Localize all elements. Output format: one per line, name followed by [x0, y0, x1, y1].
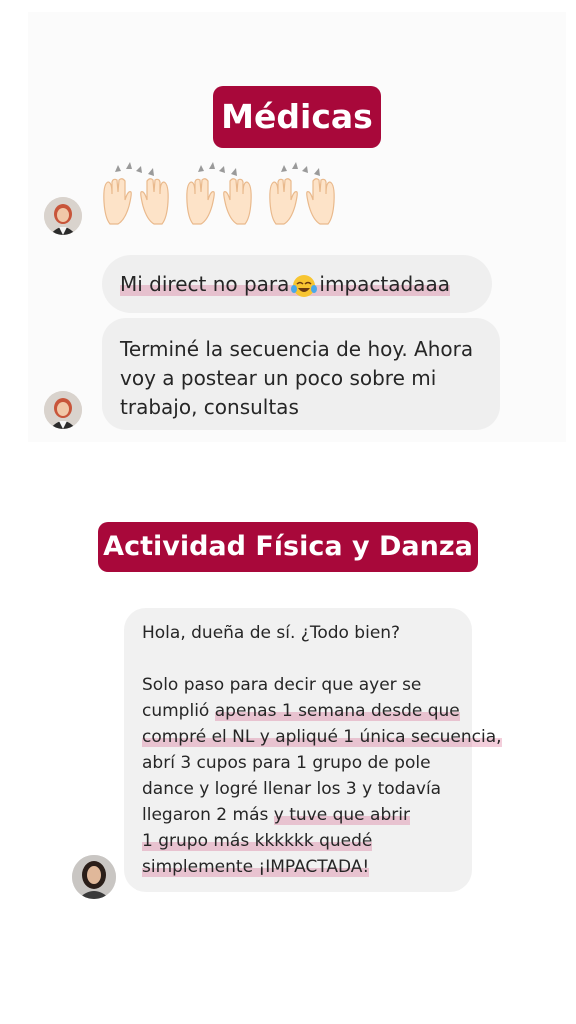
- message-bubble-testimonial[interactable]: Hola, dueña de sí. ¿Todo bien? Solo paso…: [124, 608, 502, 892]
- highlighted-text: y tuve que abrir: [273, 805, 410, 825]
- message-bubble-secuencia[interactable]: Terminé la secuencia de hoy. Ahora voy a…: [102, 318, 500, 430]
- message-line: abrí 3 cupos para 1 grupo de pole: [142, 753, 431, 773]
- message-line: dance y logré llenar los 3 y todavía: [142, 779, 442, 799]
- highlighted-text: simplemente ¡IMPACTADA!: [142, 857, 370, 877]
- message-line: 1 grupo más kkkkkk quedé: [142, 828, 454, 854]
- message-text: cumplió: [142, 701, 215, 721]
- highlighted-text: 1 grupo más kkkkkk quedé: [142, 831, 373, 851]
- message-text: llegaron 2 más: [142, 805, 274, 825]
- tears-of-joy-emoji-icon: [291, 274, 318, 297]
- message-text: Mi direct no para: [120, 272, 290, 296]
- highlighted-text: compré el NL y apliqué 1 única secuencia…: [142, 727, 502, 747]
- message-line: Hola, dueña de sí. ¿Todo bien?: [142, 623, 401, 643]
- person-avatar-icon: [72, 855, 116, 899]
- message-line: llegaron 2 más y tuve que abrir: [142, 802, 454, 828]
- person-avatar-icon: [44, 197, 82, 235]
- message-line: simplemente ¡IMPACTADA!: [142, 854, 454, 880]
- message-bubble-direct[interactable]: Mi direct no para impactadaaa: [102, 255, 492, 313]
- message-line: Solo paso para decir que ayer se: [142, 675, 422, 695]
- person-avatar-icon: [44, 391, 82, 429]
- message-line: Terminé la secuencia de hoy. Ahora: [120, 337, 474, 361]
- section-label-danza: Actividad Física y Danza: [98, 522, 478, 572]
- message-line: trabajo, consultas: [120, 395, 299, 419]
- message-line: cumplió apenas 1 semana desde que: [142, 698, 460, 724]
- sender-avatar[interactable]: [72, 855, 116, 899]
- raised-hands-emoji-row: [103, 161, 335, 225]
- sender-avatar[interactable]: [44, 197, 82, 235]
- highlighted-text: apenas 1 semana desde que: [214, 701, 460, 721]
- message-line: voy a postear un poco sobre mi: [120, 366, 437, 390]
- message-line: compré el NL y apliqué 1 única secuencia…: [142, 724, 502, 750]
- sender-avatar[interactable]: [44, 391, 82, 429]
- section-label-medicas: Médicas: [213, 86, 381, 148]
- message-text: impactadaaa: [319, 272, 450, 296]
